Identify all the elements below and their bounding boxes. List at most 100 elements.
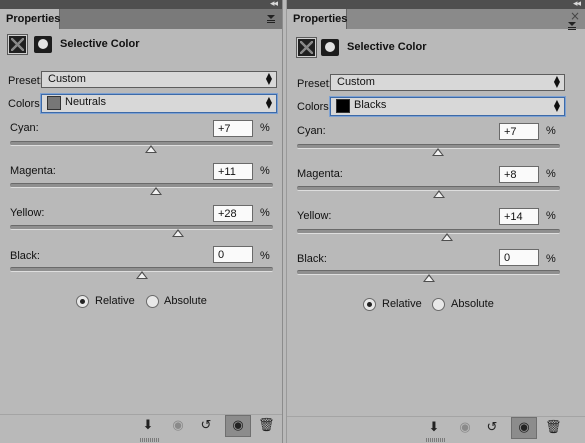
clip-to-layer-icon[interactable]: ⬇︎ (426, 420, 442, 436)
yellow-value-input[interactable]: +14 (499, 208, 539, 225)
relative-label[interactable]: Relative (382, 298, 422, 310)
slider-thumb[interactable] (433, 190, 446, 198)
preset-label: Preset: (8, 75, 43, 87)
yellow-value-input[interactable]: +28 (213, 205, 253, 222)
slider-thumb[interactable] (149, 187, 162, 195)
slider-thumb[interactable] (144, 145, 157, 153)
layer-mask-icon[interactable] (34, 36, 52, 53)
slider-label: Yellow: (297, 210, 332, 222)
slider-thumb[interactable] (172, 229, 185, 237)
panel-title: Selective Color (60, 38, 140, 50)
relative-radio[interactable] (76, 295, 89, 308)
layer-mask-icon[interactable] (321, 39, 339, 56)
absolute-label[interactable]: Absolute (451, 298, 494, 310)
dropdown-arrows-icon: ▲ ▼ (553, 74, 560, 89)
magenta-value-input[interactable]: +8 (499, 166, 539, 183)
percent-unit: % (546, 253, 556, 265)
percent-unit: % (260, 165, 270, 177)
adjustment-header: Selective Color (287, 37, 585, 62)
slider-track[interactable] (297, 270, 560, 282)
color-swatch (336, 99, 350, 113)
dropdown-arrows-icon: ▲ ▼ (265, 95, 272, 110)
cyan-value-input[interactable]: +7 (213, 120, 253, 137)
eye-icon: ◉ (518, 420, 530, 435)
toggle-visibility-button[interactable]: ◉ (225, 415, 251, 437)
panel-title: Selective Color (347, 41, 427, 53)
colors-dropdown[interactable]: Neutrals ▲ ▼ (41, 94, 277, 113)
slider-label: Black: (10, 250, 40, 262)
preset-dropdown[interactable]: Custom ▲ ▼ (41, 71, 277, 88)
dropdown-arrows-icon: ▲ ▼ (265, 71, 272, 86)
colors-dropdown[interactable]: Blacks ▲ ▼ (330, 97, 565, 116)
tab-bar: Properties (287, 9, 585, 30)
relative-label[interactable]: Relative (95, 295, 135, 307)
properties-panel-left: ◂◂ Properties Selective Color Preset: Cu… (0, 0, 283, 443)
panel-top-strip: ◂◂ (0, 0, 282, 9)
tab-bar: Properties (0, 9, 282, 29)
colors-label: Colors: (297, 101, 332, 113)
slider-track[interactable] (297, 186, 560, 198)
percent-unit: % (546, 125, 556, 137)
slider-track[interactable] (10, 141, 273, 153)
slider-label: Magenta: (10, 165, 56, 177)
absolute-radio[interactable] (146, 295, 159, 308)
resize-grip[interactable] (140, 438, 160, 442)
slider-thumb[interactable] (440, 233, 453, 241)
reset-icon[interactable]: ↺ (198, 418, 214, 434)
slider-label: Cyan: (297, 125, 326, 137)
percent-unit: % (260, 122, 270, 134)
slider-track[interactable] (10, 183, 273, 195)
clip-to-layer-icon[interactable]: ⬇︎ (140, 418, 156, 434)
absolute-label[interactable]: Absolute (164, 295, 207, 307)
absolute-radio[interactable] (432, 298, 445, 311)
slider-track[interactable] (10, 267, 273, 279)
tab-properties[interactable]: Properties (287, 9, 347, 29)
slider-thumb[interactable] (431, 148, 444, 156)
resize-grip[interactable] (426, 438, 446, 442)
trash-icon[interactable]: 🗑 (545, 420, 562, 436)
collapse-panel-icon[interactable]: ◂◂ (270, 0, 278, 9)
view-previous-icon[interactable]: ◉ (170, 418, 186, 434)
properties-panel-right: ◂◂ Properties × Selective Color Preset: … (286, 0, 585, 443)
slider-track[interactable] (297, 229, 560, 241)
colors-label: Colors: (8, 98, 43, 110)
black-value-input[interactable]: 0 (213, 246, 253, 263)
slider-label: Magenta: (297, 168, 343, 180)
color-swatch (47, 96, 61, 110)
slider-label: Yellow: (10, 207, 45, 219)
black-value-input[interactable]: 0 (499, 249, 539, 266)
magenta-value-input[interactable]: +11 (213, 163, 253, 180)
adjustment-layer-icon[interactable] (296, 37, 317, 58)
slider-thumb[interactable] (135, 271, 148, 279)
eye-icon: ◉ (232, 418, 244, 433)
slider-track[interactable] (297, 144, 560, 156)
slider-label: Cyan: (10, 122, 39, 134)
percent-unit: % (546, 168, 556, 180)
cyan-value-input[interactable]: +7 (499, 123, 539, 140)
colors-value: Neutrals (65, 96, 106, 108)
panel-top-strip: ◂◂ (287, 0, 585, 9)
bottom-toolbar: ⬇︎ ◉ ↺ ◉ 🗑 (287, 416, 585, 439)
trash-icon[interactable]: 🗑 (258, 418, 275, 434)
percent-unit: % (260, 207, 270, 219)
colors-value: Blacks (354, 99, 387, 111)
slider-track[interactable] (10, 225, 273, 237)
reset-icon[interactable]: ↺ (484, 420, 500, 436)
bottom-toolbar: ⬇︎ ◉ ↺ ◉ 🗑 (0, 414, 282, 437)
percent-unit: % (260, 250, 270, 262)
view-previous-icon[interactable]: ◉ (457, 420, 473, 436)
dropdown-arrows-icon: ▲ ▼ (553, 98, 560, 113)
relative-radio[interactable] (363, 298, 376, 311)
close-icon[interactable]: × (570, 10, 580, 22)
slider-label: Black: (297, 253, 327, 265)
adjustment-layer-icon[interactable] (7, 34, 28, 55)
preset-dropdown[interactable]: Custom ▲ ▼ (330, 74, 565, 91)
preset-value: Custom (48, 73, 86, 85)
preset-value: Custom (337, 76, 375, 88)
panel-menu-icon[interactable] (267, 13, 277, 25)
slider-thumb[interactable] (422, 274, 435, 282)
preset-label: Preset: (297, 78, 332, 90)
tab-properties[interactable]: Properties (0, 9, 60, 29)
collapse-panel-icon[interactable]: ◂◂ (573, 0, 581, 9)
toggle-visibility-button[interactable]: ◉ (511, 417, 537, 439)
